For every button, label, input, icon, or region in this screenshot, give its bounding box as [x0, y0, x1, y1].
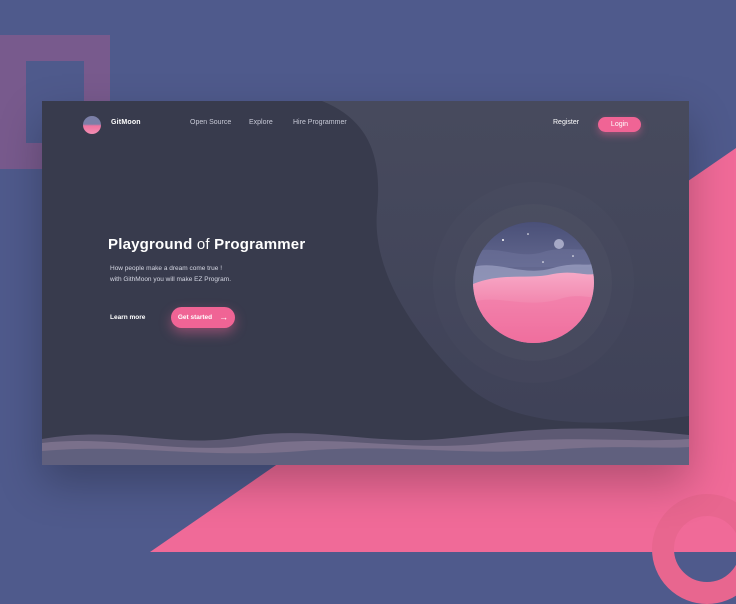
landing-page-window: GitMoon Open Source Explore Hire Program… [42, 101, 689, 465]
login-button[interactable]: Login [598, 117, 641, 132]
nav-link-hire-programmer[interactable]: Hire Programmer [293, 119, 347, 126]
register-link[interactable]: Register [553, 119, 579, 126]
hero-subtitle-line-1: How people make a dream come true ! [110, 265, 222, 272]
planet-illustration-svg [473, 222, 594, 343]
hero-subtitle: How people make a dream come true ! with… [110, 263, 231, 285]
learn-more-link[interactable]: Learn more [110, 314, 145, 321]
hero-title: Playground of Programmer [108, 236, 305, 253]
hero-title-connector: of [192, 236, 215, 253]
planet-illustration [473, 222, 594, 343]
nav-link-explore[interactable]: Explore [249, 119, 273, 126]
brand-name[interactable]: GitMoon [111, 119, 141, 126]
arrow-right-icon: → [219, 312, 229, 322]
get-started-button[interactable]: Get started → [171, 307, 235, 328]
get-started-label: Get started [177, 314, 213, 321]
hero-title-part-2: Programmer [214, 236, 306, 253]
nav-link-open-source[interactable]: Open Source [190, 119, 231, 126]
bottom-waves [42, 428, 689, 465]
top-navigation: GitMoon Open Source Explore Hire Program… [42, 101, 689, 147]
hero-subtitle-line-2: with GithMoon you will make EZ Program. [110, 276, 232, 283]
hero-title-part-1: Playground [108, 236, 193, 253]
moon-planet-logo-icon[interactable] [83, 116, 101, 134]
